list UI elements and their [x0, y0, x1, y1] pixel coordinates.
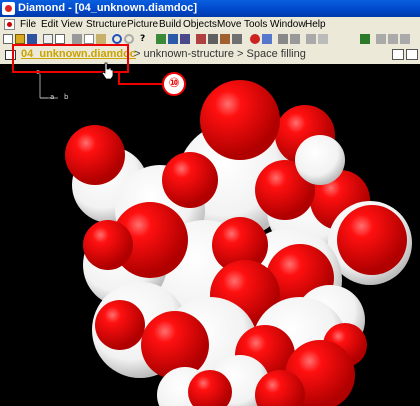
menu-objects[interactable]: Objects	[183, 18, 217, 31]
oxygen-atom	[162, 152, 218, 208]
oxygen-atom	[337, 205, 407, 275]
help-context-icon[interactable]: ?	[140, 34, 150, 44]
axis-b-label: b	[64, 93, 69, 101]
measure-icon[interactable]	[318, 34, 328, 44]
copy-icon[interactable]	[84, 34, 94, 44]
bonds-icon[interactable]	[208, 34, 218, 44]
menu-picture[interactable]: Picture	[127, 18, 158, 31]
undo-icon[interactable]	[112, 34, 122, 44]
move-icon[interactable]	[290, 34, 300, 44]
nav-icon-1[interactable]	[376, 34, 386, 44]
oxygen-atom	[95, 300, 145, 350]
address-path: > unknown-structure > Space filling	[134, 48, 306, 60]
hydrogen-atom	[295, 135, 345, 185]
sym-icon[interactable]	[360, 34, 370, 44]
polyhedra-icon[interactable]	[220, 34, 230, 44]
rotate-icon[interactable]	[262, 34, 272, 44]
space-filling-model	[65, 80, 412, 406]
nav-icon-3[interactable]	[400, 34, 410, 44]
nav-icon-2[interactable]	[388, 34, 398, 44]
hand-cursor-icon	[101, 62, 114, 80]
menu-help[interactable]: Help	[305, 18, 326, 31]
menu-window[interactable]: Window	[270, 18, 306, 31]
picture-icon[interactable]	[168, 34, 178, 44]
structure-icon[interactable]	[156, 34, 166, 44]
callout-number-badge: ⑩	[162, 72, 186, 96]
diamond-window: Diamond - [04_unknown.diamdoc] File Edit…	[0, 0, 420, 406]
panel-icon[interactable]	[392, 49, 404, 60]
atoms-icon[interactable]	[196, 34, 206, 44]
menu-move[interactable]: Move	[217, 18, 241, 31]
zoom-icon[interactable]	[278, 34, 288, 44]
oxygen-atom	[83, 220, 133, 270]
oxygen-atom	[141, 311, 209, 379]
structure-viewport[interactable]	[0, 64, 420, 406]
red-atom-icon[interactable]	[250, 34, 260, 44]
redo-icon[interactable]	[124, 34, 134, 44]
table-icon[interactable]	[180, 34, 190, 44]
menu-tools[interactable]: Tools	[244, 18, 267, 31]
callout-connector	[118, 83, 162, 85]
paste-icon[interactable]	[96, 34, 106, 44]
axis-a-label: a	[50, 93, 55, 101]
oxygen-atom	[65, 125, 125, 185]
menu-structure[interactable]: Structure	[86, 18, 127, 31]
oxygen-atom	[200, 80, 280, 160]
close-panel-icon[interactable]	[406, 49, 418, 60]
cell-icon[interactable]	[232, 34, 242, 44]
select-icon[interactable]	[306, 34, 316, 44]
menu-build[interactable]: Build	[159, 18, 181, 31]
